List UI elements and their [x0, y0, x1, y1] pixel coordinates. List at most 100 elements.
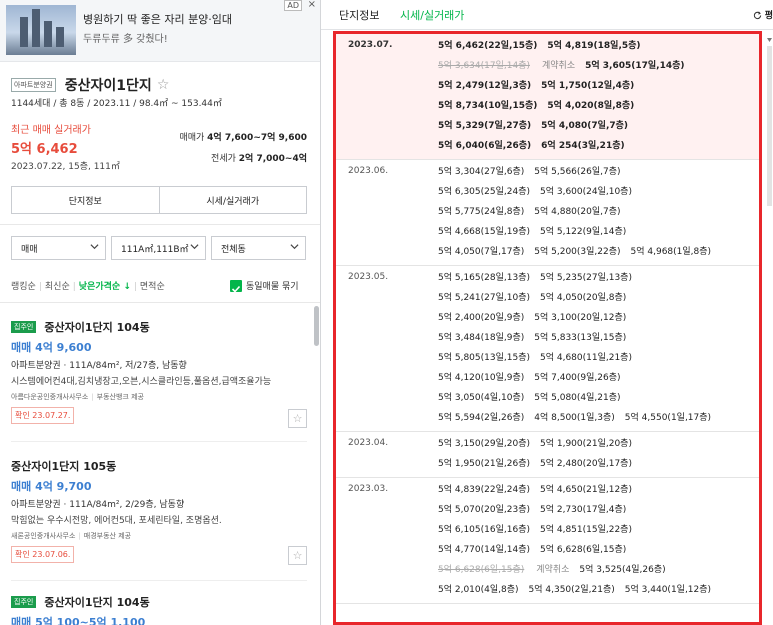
- sort-option[interactable]: 낮은가격순 ↓: [79, 279, 131, 292]
- transaction-row: 5억 5,165(28일,13층) 5억 5,235(27일,13층): [438, 271, 759, 291]
- cancelled-transaction: 5억 3,634(17일,14층): [438, 61, 530, 71]
- dong-select[interactable]: 전체동: [211, 236, 306, 260]
- transaction-row: 5억 6,628(6일,15층) 계약취소 5억 3,525(4일,26층): [438, 563, 759, 583]
- favorite-star-icon[interactable]: ☆: [157, 77, 170, 93]
- sort-option[interactable]: 최신순: [45, 279, 70, 292]
- sort-option[interactable]: 면적순: [140, 279, 165, 292]
- transaction-item: 5억 4,120(10일,9층): [438, 373, 525, 383]
- transaction-item: 5억 4,550(1일,17층): [624, 413, 712, 423]
- dong-value: 전체동: [221, 244, 246, 255]
- transaction-item: 5억 6,105(16일,16층): [438, 525, 530, 535]
- listing-spec: 아파트분양권 · 111A/84m², 저/27층, 남동향: [11, 361, 187, 371]
- tab-price-history[interactable]: 시세/실거래가: [400, 7, 464, 23]
- same-listing-checkbox[interactable]: [230, 280, 242, 293]
- agent-source: 매경부동산 제공: [83, 532, 132, 540]
- listing-item[interactable]: 중산자이1단지 105동 매매 4억 9,700 아파트분양권 · 111A/8…: [11, 455, 307, 565]
- listing-desc: 막힘없는 우수시전망, 에어컨5대, 포세린타일, 조명옵션.: [11, 516, 222, 526]
- transaction-item: 5억 3,440(1일,12층): [624, 585, 712, 595]
- transaction-item: 5억 4,851(15일,22층): [539, 525, 632, 535]
- transaction-item: 5억 4,080(7일,7층): [541, 121, 629, 131]
- agent-name: 아름다운공인중개사사무소: [11, 393, 89, 401]
- area-select[interactable]: 111A㎡,111B㎡: [111, 236, 206, 260]
- transaction-item: 5억 2,480(20일,17층): [539, 459, 632, 469]
- listing-agent: 아름다운공인중개사사무소 | 부동산뱅크 제공: [11, 393, 144, 401]
- transaction-item: 5억 5,165(28일,13층): [438, 273, 530, 283]
- transaction-row: 5억 4,050(7일,17층) 5억 5,200(3일,22층) 5억 4,968…: [438, 245, 759, 265]
- listing-panel: 병원하기 딱 좋은 자리 분양·임대 두류두류 多 갖췄다! AD × 아파트분…: [0, 0, 320, 625]
- transaction-item: 6억 254(3일,21층): [541, 141, 625, 151]
- transaction-item: 5억 5,775(24일,8층): [438, 207, 525, 217]
- cancelled-label: 계약취소: [536, 565, 570, 575]
- month-section: 2023.06. 5억 3,304(27일,6층) 5억 5,566(26일,7층)…: [336, 160, 759, 266]
- transaction-row: 5억 2,400(20일,9층) 5억 3,100(20일,12층): [438, 311, 759, 331]
- transaction-row: 5억 2,010(4일,8층) 5억 4,350(2일,21층) 5억 3,440(…: [438, 583, 759, 603]
- transaction-row: 5억 8,734(10일,15층) 5억 4,020(8일,8층): [438, 99, 759, 119]
- transaction-row: 5억 5,805(13일,15층) 5억 4,680(11일,21층): [438, 351, 759, 371]
- transaction-item: 5억 6,305(25일,24층): [438, 187, 530, 197]
- month-section: 2023.03. 5억 4,839(22일,24층) 5억 4,650(21일,12…: [336, 478, 759, 604]
- transaction-row: 5억 3,484(18일,9층) 5억 5,833(13일,15층): [438, 331, 759, 351]
- price-scrollbar[interactable]: [766, 36, 773, 216]
- transaction-item: 5억 5,566(26일,7층): [534, 167, 621, 177]
- owner-tag: 집주인: [11, 320, 37, 333]
- area-value: 111A㎡,111B㎡: [121, 244, 189, 255]
- transaction-row: 5억 5,775(24일,8층) 5억 4,880(20일,7층): [438, 205, 759, 225]
- transaction-item: 5억 4,650(21일,12층): [539, 485, 632, 495]
- sort-option[interactable]: 랭킹순: [11, 279, 36, 292]
- price-panel: 단지정보 시세/실거래가 평 2023.07. 5억 6,462(22일,15층)…: [321, 0, 773, 625]
- price-history-button[interactable]: 시세/실거래가: [158, 187, 307, 213]
- refresh-control[interactable]: 평: [753, 8, 773, 21]
- listing-name: 중산자이1단지 104동: [44, 595, 150, 609]
- transaction-item: 5억 5,329(7일,27층): [438, 121, 532, 131]
- transaction-item: 5억 5,833(13일,15층): [534, 333, 627, 343]
- confirm-date-badge: 확인 23.07.27.: [11, 407, 75, 424]
- listing-item[interactable]: 집주인 중산자이1단지 104동 매매 4억 9,600 아파트분양권 · 11…: [11, 316, 307, 428]
- transaction-item: 5억 5,241(27일,10층): [438, 293, 530, 303]
- transaction-row: 5억 3,050(4일,10층) 5억 5,080(4일,21층): [438, 391, 759, 411]
- recent-price-date: 2023.07.22, 15층, 111㎡: [11, 162, 120, 172]
- sort-divider: |: [133, 282, 137, 292]
- transaction-item: 5억 3,150(29일,20층): [438, 439, 530, 449]
- month-section: 2023.07. 5억 6,462(22일,15층) 5억 4,819(18일,5층…: [336, 34, 759, 160]
- trade-type-select[interactable]: 매매: [11, 236, 106, 260]
- transaction-row: 5억 3,304(27일,6층) 5억 5,566(26일,7층): [438, 165, 759, 185]
- sale-price-range: 매매가 4억 7,600~7억 9,600: [179, 130, 307, 143]
- listing-scrollbar[interactable]: [314, 306, 319, 346]
- rent-label: 전세가: [211, 154, 236, 164]
- rent-price-range: 전세가 2억 7,000~4억: [211, 151, 307, 164]
- transaction-item: 5억 8,734(10일,15층): [438, 101, 538, 111]
- listing-item[interactable]: 집주인 중산자이1단지 104동 매매 5억 100~5억 1,100: [11, 591, 307, 625]
- month-label: 2023.06.: [348, 166, 389, 176]
- same-listing-label: 동일매물 묶기: [246, 282, 299, 292]
- transaction-row: 5억 6,305(25일,24층) 5억 3,600(24일,10층): [438, 185, 759, 205]
- price-panel-tabs: 단지정보 시세/실거래가 평: [321, 0, 773, 30]
- complex-header: 아파트분양권 중산자이1단지 ☆: [11, 74, 311, 95]
- ad-close-icon[interactable]: ×: [308, 0, 316, 10]
- transaction-item: 5억 4,819(18일,5층): [547, 41, 641, 51]
- transaction-item: 5억 4,050(7일,17층): [438, 247, 525, 257]
- complex-button-row: 단지정보 시세/실거래가: [11, 186, 307, 214]
- ad-banner[interactable]: 병원하기 딱 좋은 자리 분양·임대 두류두류 多 갖췄다! AD ×: [0, 0, 320, 62]
- listing-price: 매매 5억 100~5억 1,100: [11, 616, 146, 625]
- transaction-row: 5억 6,040(6일,26층) 6억 254(3일,21층): [438, 139, 759, 159]
- favorite-star-icon[interactable]: ☆: [288, 546, 307, 565]
- transaction-item: 5억 1,950(21일,26층): [438, 459, 530, 469]
- transaction-item: 5억 3,100(20일,12층): [534, 313, 627, 323]
- complex-info-button[interactable]: 단지정보: [12, 187, 159, 213]
- listing-agent: 새론공인중개사사무소 | 매경부동산 제공: [11, 532, 132, 540]
- transaction-item: 5억 4,770(14일,14층): [438, 545, 530, 555]
- tab-complex-info[interactable]: 단지정보: [339, 7, 379, 23]
- transaction-row: 5억 6,462(22일,15층) 5억 4,819(18일,5층): [438, 39, 759, 59]
- transaction-item: 5억 3,525(4일,26층): [579, 565, 666, 575]
- transaction-item: 5억 5,594(2일,26층): [438, 413, 525, 423]
- transaction-item: 5억 4,880(20일,7층): [534, 207, 621, 217]
- favorite-star-icon[interactable]: ☆: [288, 409, 307, 428]
- transaction-item: 5억 6,462(22일,15층): [438, 41, 538, 51]
- listing-spec: 아파트분양권 · 111A/84m², 2/29층, 남동향: [11, 500, 185, 510]
- transaction-item: 5억 5,080(4일,21층): [534, 393, 621, 403]
- month-section: 2023.04. 5억 3,150(29일,20층) 5억 1,900(21일,20…: [336, 432, 759, 478]
- transaction-item: 5억 7,400(9일,26층): [534, 373, 621, 383]
- refresh-icon: [753, 11, 762, 20]
- complex-name: 중산자이1단지: [64, 77, 152, 94]
- transaction-item: 5억 1,750(12일,4층): [541, 81, 635, 91]
